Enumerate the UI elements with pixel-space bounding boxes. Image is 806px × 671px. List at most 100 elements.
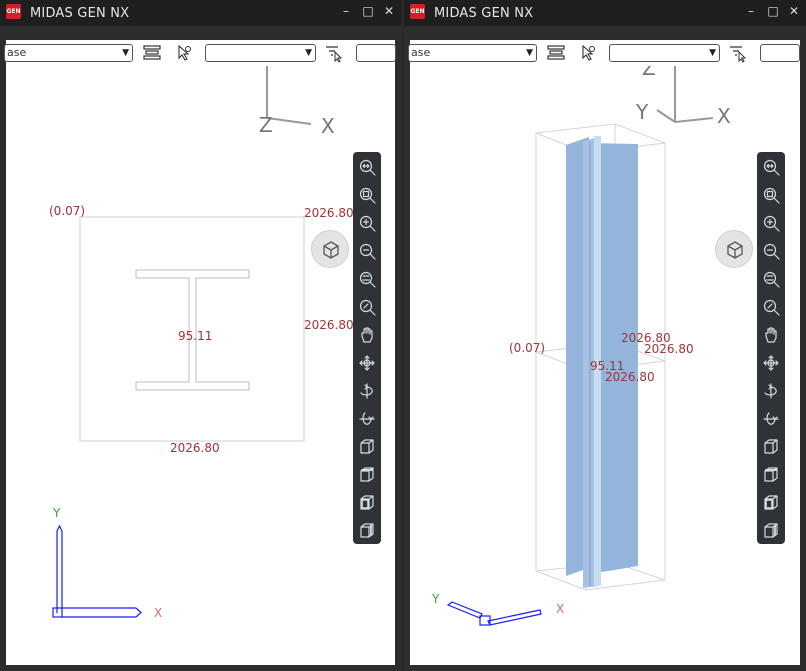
load-case-value: ase bbox=[7, 46, 27, 59]
front-view-button[interactable] bbox=[760, 492, 782, 514]
view-cube-button[interactable] bbox=[715, 230, 753, 268]
dimension-label-top-right: 2026.80 bbox=[304, 206, 354, 220]
side-view-icon bbox=[360, 523, 374, 538]
option-dropdown[interactable]: ▼ bbox=[609, 44, 720, 62]
load-case-dropdown[interactable]: ase ▼ bbox=[4, 44, 133, 62]
close-button[interactable]: ✕ bbox=[787, 4, 801, 18]
side-view-icon bbox=[764, 523, 778, 538]
load-case-value: ase bbox=[411, 46, 431, 59]
select-pointer-icon[interactable] bbox=[578, 44, 598, 62]
chevron-down-icon: ▼ bbox=[526, 48, 533, 58]
filter-pointer-icon[interactable] bbox=[728, 44, 748, 63]
rotate-horizontal-icon bbox=[764, 383, 777, 399]
rotate-vertical-icon bbox=[359, 412, 375, 425]
title-bar[interactable]: GEN MIDAS GEN NX – □ ✕ bbox=[0, 0, 401, 26]
filter-pointer-icon[interactable] bbox=[324, 44, 344, 63]
zoom-in-button[interactable] bbox=[760, 212, 782, 234]
zoom-previous-button[interactable] bbox=[760, 296, 782, 318]
zoom-previous-icon bbox=[359, 299, 376, 316]
zoom-in-button[interactable] bbox=[356, 212, 378, 234]
pan-hand-button[interactable] bbox=[356, 324, 378, 346]
dimension-label-b: 2026.80 bbox=[644, 342, 694, 356]
rotate-button[interactable] bbox=[760, 352, 782, 374]
select-pointer-icon[interactable] bbox=[174, 44, 194, 62]
app-logo: GEN bbox=[6, 4, 21, 19]
zoom-in-icon bbox=[359, 215, 376, 232]
triad-x-label: X bbox=[556, 602, 565, 616]
iso-view-icon bbox=[360, 439, 374, 454]
chevron-down-icon: ▼ bbox=[709, 48, 716, 58]
section-table-icon[interactable] bbox=[546, 44, 566, 62]
zoom-window-button[interactable] bbox=[356, 184, 378, 206]
dimension-label-origin: (0.07) bbox=[49, 204, 86, 218]
triad-y-label: Y bbox=[53, 506, 61, 520]
view-toolbar: ase ▼ ▼ bbox=[408, 40, 800, 68]
front-view-button[interactable] bbox=[356, 492, 378, 514]
zoom-fit-button[interactable] bbox=[760, 156, 782, 178]
maximize-button[interactable]: □ bbox=[766, 4, 780, 18]
zoom-dynamic-button[interactable] bbox=[356, 268, 378, 290]
coordinate-triad bbox=[446, 601, 542, 626]
zoom-out-icon bbox=[359, 243, 376, 260]
dimension-label-c: 2026.80 bbox=[605, 370, 655, 384]
top-view-button[interactable] bbox=[760, 464, 782, 486]
rotate-vertical-button[interactable] bbox=[760, 408, 782, 430]
option-dropdown[interactable]: ▼ bbox=[205, 44, 316, 62]
view-control-toolbar bbox=[353, 152, 381, 544]
zoom-dynamic-icon bbox=[359, 271, 376, 288]
top-view-icon bbox=[360, 467, 374, 482]
rotate-horizontal-button[interactable] bbox=[760, 380, 782, 402]
dimension-label-center: 95.11 bbox=[178, 329, 213, 343]
zoom-out-button[interactable] bbox=[760, 240, 782, 262]
top-view-button[interactable] bbox=[356, 464, 378, 486]
front-view-icon bbox=[360, 495, 374, 510]
zoom-previous-button[interactable] bbox=[356, 296, 378, 318]
section-table-icon[interactable] bbox=[142, 44, 162, 62]
window-title: MIDAS GEN NX bbox=[434, 6, 534, 21]
model-view-3d[interactable]: Z Y X (0.07) 95.11 2026.80 2026.80 2026.… bbox=[410, 66, 800, 665]
cube-icon bbox=[323, 241, 339, 259]
dimension-label-bottom: 2026.80 bbox=[170, 441, 220, 455]
zoom-previous-icon bbox=[763, 299, 780, 316]
zoom-window-button[interactable] bbox=[760, 184, 782, 206]
rotate-horizontal-button[interactable] bbox=[356, 380, 378, 402]
rotate-vertical-icon bbox=[763, 412, 779, 425]
minimize-button[interactable]: – bbox=[744, 4, 758, 18]
zoom-in-icon bbox=[763, 215, 780, 232]
zoom-fit-icon bbox=[359, 159, 376, 176]
zoom-fit-button[interactable] bbox=[356, 156, 378, 178]
dimension-label-origin: (0.07) bbox=[509, 341, 546, 355]
iso-view-icon bbox=[764, 439, 778, 454]
coordinate-triad bbox=[52, 524, 142, 618]
triad-x-label: X bbox=[154, 606, 163, 620]
view-cube-button[interactable] bbox=[311, 230, 349, 268]
chevron-down-icon: ▼ bbox=[305, 48, 312, 58]
maximize-button[interactable]: □ bbox=[361, 4, 375, 18]
zoom-window-icon bbox=[359, 187, 376, 204]
pan-hand-icon bbox=[361, 327, 373, 343]
zoom-window-icon bbox=[763, 187, 780, 204]
side-view-button[interactable] bbox=[760, 520, 782, 542]
zoom-out-button[interactable] bbox=[356, 240, 378, 262]
pan-hand-icon bbox=[765, 327, 777, 343]
rotate-vertical-button[interactable] bbox=[356, 408, 378, 430]
title-bar[interactable]: GEN MIDAS GEN NX – □ ✕ bbox=[404, 0, 806, 26]
close-button[interactable]: ✕ bbox=[382, 4, 396, 18]
zoom-dynamic-icon bbox=[763, 271, 780, 288]
zoom-dynamic-button[interactable] bbox=[760, 268, 782, 290]
side-view-button[interactable] bbox=[356, 520, 378, 542]
rotate-button[interactable] bbox=[356, 352, 378, 374]
view-control-toolbar bbox=[757, 152, 785, 544]
extra-dropdown[interactable] bbox=[760, 44, 800, 62]
iso-view-button[interactable] bbox=[760, 436, 782, 458]
minimize-button[interactable]: – bbox=[339, 4, 353, 18]
rotate-horizontal-icon bbox=[360, 383, 373, 399]
app-logo: GEN bbox=[410, 4, 425, 19]
model-view-2d[interactable]: Z X (0.07) 2026.80 2026.80 95.11 2026.80… bbox=[6, 66, 395, 665]
view-toolbar: ase ▼ ▼ bbox=[4, 40, 396, 68]
left-window: GEN MIDAS GEN NX – □ ✕ ase ▼ ▼ Z X (0.07… bbox=[0, 0, 401, 671]
load-case-dropdown[interactable]: ase ▼ bbox=[408, 44, 537, 62]
iso-view-button[interactable] bbox=[356, 436, 378, 458]
pan-hand-button[interactable] bbox=[760, 324, 782, 346]
extra-dropdown[interactable] bbox=[356, 44, 396, 62]
